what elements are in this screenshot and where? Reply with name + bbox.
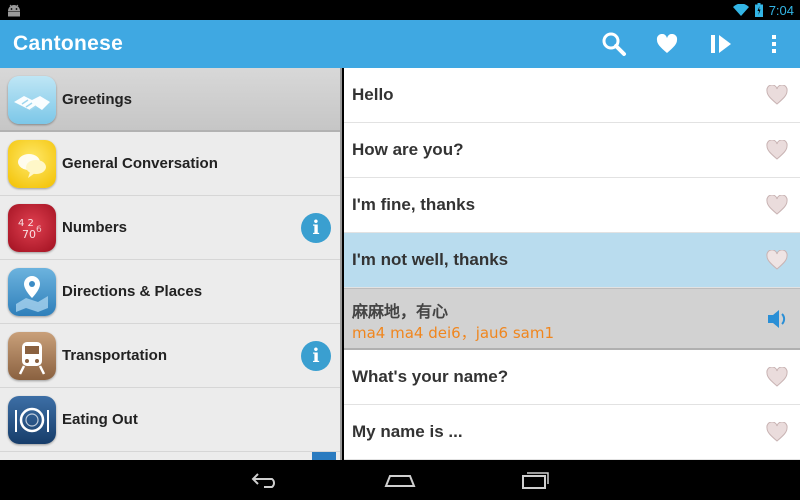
category-greetings[interactable]: Greetings	[0, 68, 340, 132]
phrase-row[interactable]: How are you?	[344, 123, 800, 178]
clock: 7:04	[768, 2, 794, 18]
heart-icon[interactable]	[766, 85, 788, 105]
jyutping-text: ma4 ma4 dei6，jau6 sam1	[352, 324, 555, 342]
plate-icon	[8, 396, 56, 444]
phrase-text: My name is ...	[352, 422, 463, 441]
train-icon	[8, 332, 56, 380]
app-title: Cantonese	[13, 32, 124, 55]
category-partial[interactable]	[0, 452, 340, 460]
home-icon[interactable]	[383, 468, 417, 492]
category-numbers[interactable]: 4 2 70 6 Numbers i	[0, 196, 340, 260]
numbers-icon: 4 2 70 6	[8, 204, 56, 252]
info-button[interactable]: i	[301, 341, 331, 371]
wifi-icon	[732, 4, 749, 16]
map-pin-icon	[8, 268, 56, 316]
phrase-translation[interactable]: 麻麻地，有心 ma4 ma4 dei6，jau6 sam1	[344, 288, 800, 350]
phrase-list: Hello How are you? I'm fine, thanks I'm …	[344, 68, 800, 460]
category-directions-places[interactable]: Directions & Places	[0, 260, 340, 324]
speech-bubbles-icon	[8, 140, 56, 188]
phrase-text: I'm fine, thanks	[352, 195, 476, 214]
back-icon[interactable]	[248, 468, 282, 492]
phrase-text: What's your name?	[352, 367, 509, 386]
status-bar: 7:04	[0, 0, 800, 20]
phrase-row[interactable]: My name is ...	[344, 405, 800, 460]
cantonese-text: 麻麻地，有心	[352, 302, 449, 321]
category-list: Greetings General Conversation 4 2 70 6 …	[0, 68, 342, 460]
speaker-icon[interactable]	[766, 308, 790, 330]
svg-text:6: 6	[36, 225, 42, 235]
phrase-row-selected[interactable]: I'm not well, thanks	[344, 233, 800, 288]
heart-icon[interactable]	[766, 140, 788, 160]
ad-badge[interactable]	[312, 452, 336, 460]
phrase-text: How are you?	[352, 140, 464, 159]
phrase-row[interactable]: What's your name?	[344, 350, 800, 405]
heart-icon[interactable]	[766, 367, 788, 387]
search-icon[interactable]	[600, 30, 628, 58]
handshake-icon	[8, 76, 56, 124]
category-eating-out[interactable]: Eating Out	[0, 388, 340, 452]
info-button[interactable]: i	[301, 213, 331, 243]
category-transportation[interactable]: Transportation i	[0, 324, 340, 388]
category-label: Eating Out	[62, 411, 138, 428]
phrase-row[interactable]: I'm fine, thanks	[344, 178, 800, 233]
svg-text:70: 70	[22, 228, 36, 241]
heart-icon[interactable]	[766, 250, 788, 270]
battery-icon	[754, 3, 763, 17]
category-label: Transportation	[62, 347, 168, 364]
category-label: Numbers	[62, 219, 128, 236]
action-bar: Cantonese	[0, 20, 800, 68]
category-general-conversation[interactable]: General Conversation	[0, 132, 340, 196]
phrase-row[interactable]: Hello	[344, 68, 800, 123]
android-notification-icon	[8, 4, 20, 17]
category-label: General Conversation	[62, 155, 218, 172]
overflow-menu-icon[interactable]	[760, 30, 788, 58]
phrase-text: Hello	[352, 85, 394, 104]
phrase-text: I'm not well, thanks	[352, 250, 509, 269]
play-icon[interactable]	[707, 30, 735, 58]
heart-icon[interactable]	[766, 195, 788, 215]
heart-icon[interactable]	[653, 30, 681, 58]
category-label: Directions & Places	[62, 283, 203, 300]
heart-icon[interactable]	[766, 422, 788, 442]
category-label: Greetings	[62, 91, 133, 108]
recent-apps-icon[interactable]	[518, 468, 552, 492]
navigation-bar	[0, 460, 800, 500]
